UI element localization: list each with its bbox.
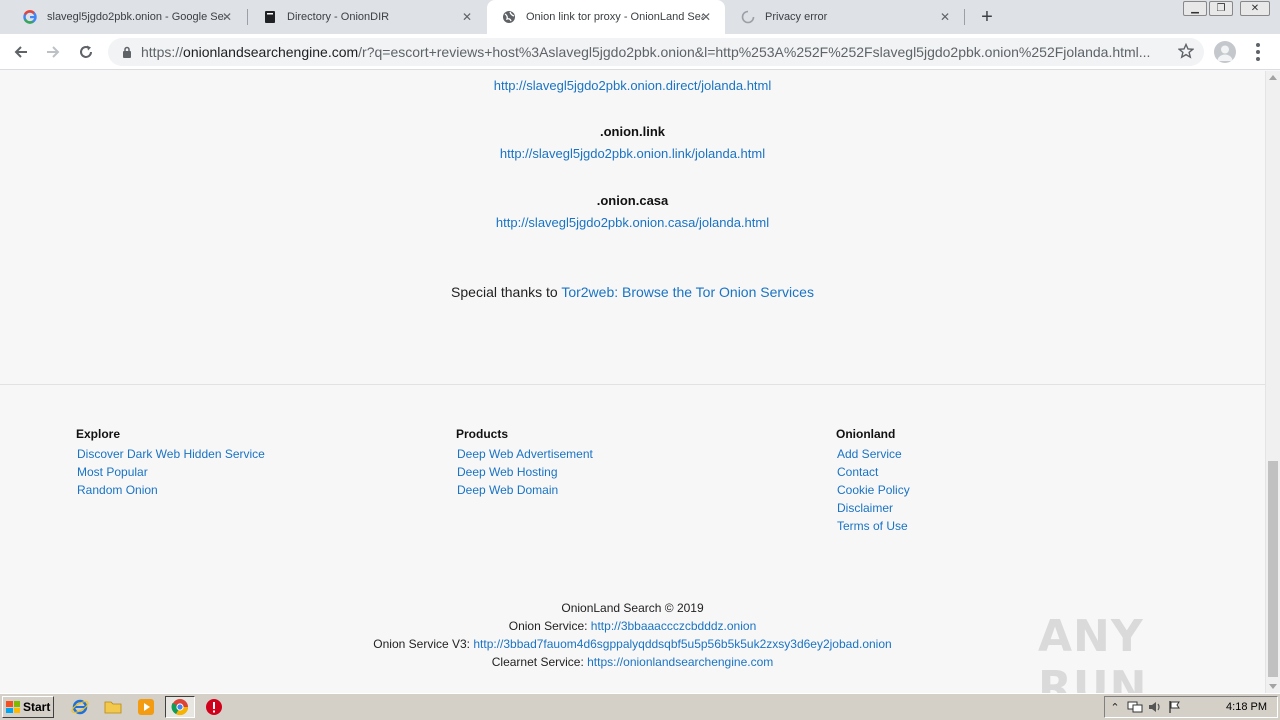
tab-title: Privacy error xyxy=(765,11,828,23)
tab-close-icon[interactable]: ✕ xyxy=(938,10,952,24)
footer-link-advertisement[interactable]: Deep Web Advertisement xyxy=(456,445,593,463)
globe-icon xyxy=(501,9,517,25)
network-icon[interactable] xyxy=(1125,699,1145,715)
tab-privacy-error[interactable]: Privacy error ✕ xyxy=(726,0,964,34)
proxy-link-section: .onion.link http://slavegl5jgdo2pbk.onio… xyxy=(0,124,1265,161)
loading-icon xyxy=(740,9,756,25)
proxy-casa-url[interactable]: http://slavegl5jgdo2pbk.onion.casa/jolan… xyxy=(496,215,769,230)
scroll-up-arrow-icon[interactable] xyxy=(1269,75,1277,80)
tab-onionland-active[interactable]: Onion link tor proxy - OnionLand Sea ✕ xyxy=(487,0,725,34)
url-path: /r?q=escort+reviews+host%3Aslavegl5jgdo2… xyxy=(358,44,1151,60)
address-bar[interactable]: https://onionlandsearchengine.com/r?q=es… xyxy=(108,38,1204,66)
footer-link-discover[interactable]: Discover Dark Web Hidden Service xyxy=(76,445,265,463)
tab-strip: slavegl5jgdo2pbk.onion - Google Sea ✕ Di… xyxy=(0,0,1280,34)
restore-button[interactable]: ❐ xyxy=(1209,1,1233,16)
profile-avatar-icon[interactable] xyxy=(1214,41,1236,63)
tab-close-icon[interactable]: ✕ xyxy=(699,10,713,24)
new-tab-button[interactable]: + xyxy=(976,6,998,28)
footer-link-most-popular[interactable]: Most Popular xyxy=(76,463,265,481)
scrollbar-thumb[interactable] xyxy=(1268,461,1278,677)
back-button[interactable] xyxy=(9,40,33,64)
proxy-direct-link[interactable]: http://slavegl5jgdo2pbk.onion.direct/jol… xyxy=(494,78,772,93)
tab-close-icon[interactable]: ✕ xyxy=(460,10,474,24)
back-arrow-icon xyxy=(14,46,27,58)
lock-icon[interactable] xyxy=(120,45,134,59)
footer-link-contact[interactable]: Contact xyxy=(836,463,910,481)
minimize-button[interactable]: ▁ xyxy=(1183,1,1207,16)
footer-onionland-heading: Onionland xyxy=(836,427,896,441)
special-thanks: Special thanks to Tor2web: Browse the To… xyxy=(0,284,1265,300)
footer-divider xyxy=(0,384,1265,385)
reload-button[interactable] xyxy=(74,40,98,64)
proxy-casa-section: .onion.casa http://slavegl5jgdo2pbk.onio… xyxy=(0,193,1265,230)
browser-menu-icon[interactable] xyxy=(1250,41,1266,63)
url-scheme: https:// xyxy=(141,44,184,60)
url-text: https://onionlandsearchengine.com/r?q=es… xyxy=(141,44,1161,60)
footer-explore-heading: Explore xyxy=(76,427,121,441)
start-button[interactable]: Start xyxy=(2,696,54,718)
clearnet-link[interactable]: https://onionlandsearchengine.com xyxy=(587,655,773,669)
windows-logo-icon xyxy=(6,701,20,713)
footer-link-terms[interactable]: Terms of Use xyxy=(836,517,910,535)
system-tray: ⌃ 4:18 PM xyxy=(1104,696,1278,718)
tab-separator xyxy=(964,9,965,25)
proxy-direct-row: http://slavegl5jgdo2pbk.onion.direct/jol… xyxy=(0,78,1265,93)
url-host: onionlandsearchengine.com xyxy=(183,44,359,60)
internet-explorer-icon[interactable] xyxy=(70,697,90,717)
forward-button[interactable] xyxy=(41,40,65,64)
footer-link-random-onion[interactable]: Random Onion xyxy=(76,481,265,499)
browser-toolbar: https://onionlandsearchengine.com/r?q=es… xyxy=(0,34,1280,70)
thanks-prefix: Special thanks to xyxy=(451,284,562,300)
action-center-flag-icon[interactable] xyxy=(1165,699,1185,715)
footer-link-disclaimer[interactable]: Disclaimer xyxy=(836,499,910,517)
google-icon xyxy=(22,9,38,25)
forward-arrow-icon xyxy=(47,46,60,58)
anyrun-watermark: ANY RUN xyxy=(1038,611,1148,693)
proxy-casa-title: .onion.casa xyxy=(596,193,669,208)
volume-icon[interactable] xyxy=(1145,699,1165,715)
footer-onionland-column: Onionland Add Service Contact Cookie Pol… xyxy=(836,427,910,535)
footer-link-cookie-policy[interactable]: Cookie Policy xyxy=(836,481,910,499)
proxy-link-url[interactable]: http://slavegl5jgdo2pbk.onion.link/jolan… xyxy=(500,146,765,161)
clearnet-label: Clearnet Service: xyxy=(491,655,588,669)
footer-link-domain[interactable]: Deep Web Domain xyxy=(456,481,593,499)
windows-taskbar: Start ⌃ 4:18 PM xyxy=(0,693,1280,720)
footer-products-heading: Products xyxy=(456,427,509,441)
onion-service-link[interactable]: http://3bbaaaccczcbdddz.onion xyxy=(591,619,756,633)
reload-icon xyxy=(80,45,92,58)
tab-google-search[interactable]: slavegl5jgdo2pbk.onion - Google Sea ✕ xyxy=(8,0,246,34)
proxy-link-title: .onion.link xyxy=(600,124,665,139)
scroll-down-arrow-icon[interactable] xyxy=(1269,684,1277,689)
tab-title: Onion link tor proxy - OnionLand Sea xyxy=(526,11,704,23)
page-scrollbar[interactable] xyxy=(1265,71,1280,693)
file-explorer-icon[interactable] xyxy=(103,697,123,717)
bookmark-star-icon[interactable] xyxy=(1175,40,1197,62)
footer-products-column: Products Deep Web Advertisement Deep Web… xyxy=(456,427,593,499)
footer-link-hosting[interactable]: Deep Web Hosting xyxy=(456,463,593,481)
taskbar-clock[interactable]: 4:18 PM xyxy=(1226,701,1267,713)
onion-service-label: Onion Service: xyxy=(508,619,591,633)
media-player-icon[interactable] xyxy=(136,697,156,717)
close-window-button[interactable]: ✕ xyxy=(1240,1,1270,16)
tab-title: slavegl5jgdo2pbk.onion - Google Sea xyxy=(47,11,225,23)
chrome-taskbar-icon[interactable] xyxy=(165,696,195,718)
tab-close-icon[interactable]: ✕ xyxy=(220,10,234,24)
onion-v3-link[interactable]: http://3bbad7fauom4d6sgppalyqddsqbf5u5p5… xyxy=(473,637,891,651)
security-alert-icon[interactable] xyxy=(204,697,224,717)
book-icon xyxy=(262,9,278,25)
start-label: Start xyxy=(23,700,51,714)
tab-oniondir[interactable]: Directory - OnionDIR ✕ xyxy=(248,0,486,34)
tor2web-link[interactable]: Tor2web: Browse the Tor Onion Services xyxy=(561,284,814,300)
onion-v3-label: Onion Service V3: xyxy=(373,637,474,651)
page-viewport: http://slavegl5jgdo2pbk.onion.direct/jol… xyxy=(0,71,1265,693)
footer-link-add-service[interactable]: Add Service xyxy=(836,445,910,463)
tray-expand-icon[interactable]: ⌃ xyxy=(1105,699,1125,715)
footer-explore-column: Explore Discover Dark Web Hidden Service… xyxy=(76,427,265,499)
tab-title: Directory - OnionDIR xyxy=(287,11,390,23)
